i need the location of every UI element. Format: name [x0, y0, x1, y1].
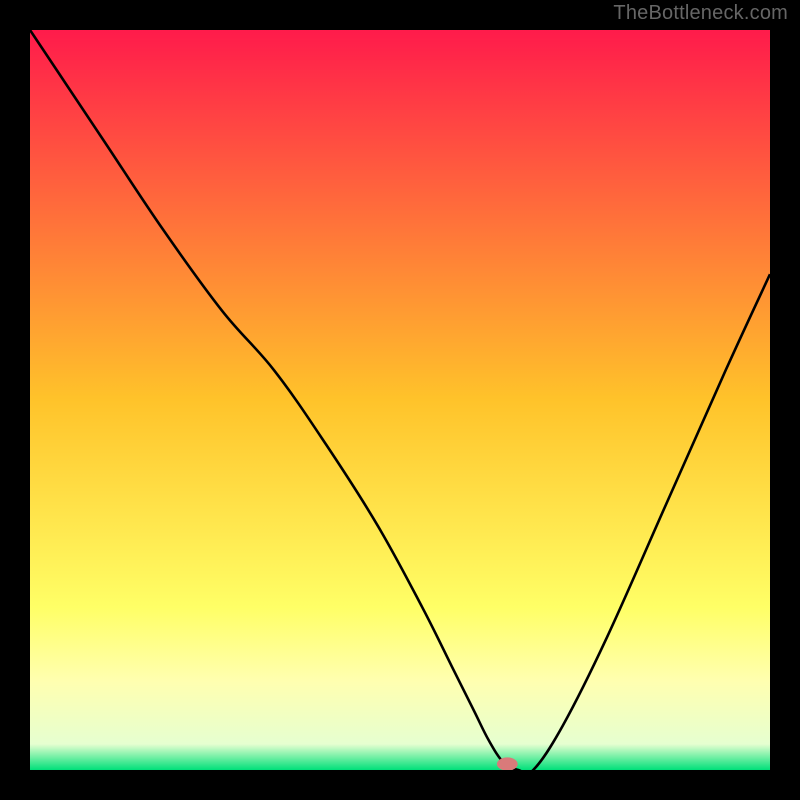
plot-svg	[30, 30, 770, 770]
watermark-text: TheBottleneck.com	[613, 2, 788, 25]
chart-container: TheBottleneck.com	[0, 0, 800, 800]
plot-area	[30, 30, 770, 770]
gradient-background	[30, 30, 770, 770]
